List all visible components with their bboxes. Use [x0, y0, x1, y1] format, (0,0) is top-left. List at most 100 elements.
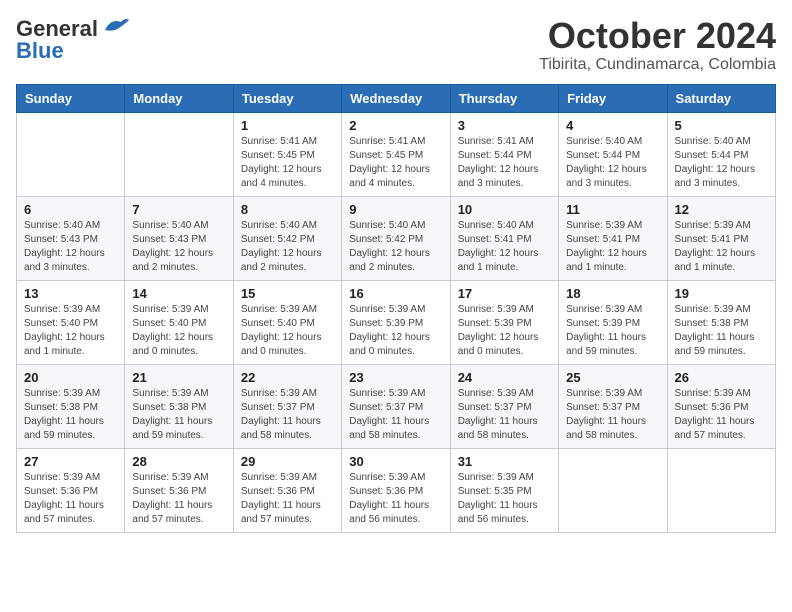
- calendar-cell: [667, 448, 775, 532]
- day-info: Sunrise: 5:39 AM Sunset: 5:36 PM Dayligh…: [349, 471, 442, 527]
- day-number: 26: [675, 370, 768, 385]
- day-info: Sunrise: 5:39 AM Sunset: 5:40 PM Dayligh…: [241, 303, 334, 359]
- logo-blue-text: Blue: [16, 38, 64, 64]
- logo: General Blue: [16, 16, 129, 64]
- calendar-cell: [17, 112, 125, 196]
- title-area: October 2024 Tibirita, Cundinamarca, Col…: [539, 16, 776, 74]
- weekday-header-row: SundayMondayTuesdayWednesdayThursdayFrid…: [17, 84, 776, 112]
- day-number: 9: [349, 202, 442, 217]
- calendar-cell: 19 Sunrise: 5:39 AM Sunset: 5:38 PM Dayli…: [667, 280, 775, 364]
- calendar-cell: 22Sunrise: 5:39 AM Sunset: 5:37 PM Dayli…: [233, 364, 341, 448]
- day-info: Sunrise: 5:40 AM Sunset: 5:41 PM Dayligh…: [458, 219, 551, 275]
- day-info: Sunrise: 5:39 AM Sunset: 5:37 PM Dayligh…: [458, 387, 551, 443]
- calendar-cell: 7 Sunrise: 5:40 AM Sunset: 5:43 PM Daylig…: [125, 196, 233, 280]
- day-info: Sunrise: 5:39 AM Sunset: 5:36 PM Dayligh…: [675, 387, 768, 443]
- calendar-cell: 21 Sunrise: 5:39 AM Sunset: 5:38 PM Dayli…: [125, 364, 233, 448]
- day-number: 12: [675, 202, 768, 217]
- weekday-header-monday: Monday: [125, 84, 233, 112]
- calendar-cell: 8 Sunrise: 5:40 AM Sunset: 5:42 PM Daylig…: [233, 196, 341, 280]
- calendar-cell: 9Sunrise: 5:40 AM Sunset: 5:42 PM Daylig…: [342, 196, 450, 280]
- calendar-cell: [559, 448, 667, 532]
- day-info: Sunrise: 5:39 AM Sunset: 5:36 PM Dayligh…: [241, 471, 334, 527]
- day-number: 8: [241, 202, 334, 217]
- calendar-cell: 3 Sunrise: 5:41 AM Sunset: 5:44 PM Daylig…: [450, 112, 558, 196]
- weekday-header-friday: Friday: [559, 84, 667, 112]
- day-info: Sunrise: 5:40 AM Sunset: 5:44 PM Dayligh…: [566, 135, 659, 191]
- day-number: 30: [349, 454, 442, 469]
- week-row-5: 27 Sunrise: 5:39 AM Sunset: 5:36 PM Dayli…: [17, 448, 776, 532]
- day-info: Sunrise: 5:41 AM Sunset: 5:44 PM Dayligh…: [458, 135, 551, 191]
- day-number: 20: [24, 370, 117, 385]
- day-info: Sunrise: 5:39 AM Sunset: 5:35 PM Dayligh…: [458, 471, 551, 527]
- calendar-cell: 1 Sunrise: 5:41 AM Sunset: 5:45 PM Daylig…: [233, 112, 341, 196]
- week-row-4: 20 Sunrise: 5:39 AM Sunset: 5:38 PM Dayli…: [17, 364, 776, 448]
- calendar-cell: 24Sunrise: 5:39 AM Sunset: 5:37 PM Dayli…: [450, 364, 558, 448]
- day-info: Sunrise: 5:39 AM Sunset: 5:38 PM Dayligh…: [675, 303, 768, 359]
- day-info: Sunrise: 5:39 AM Sunset: 5:36 PM Dayligh…: [132, 471, 225, 527]
- weekday-header-tuesday: Tuesday: [233, 84, 341, 112]
- day-number: 23: [349, 370, 442, 385]
- calendar-cell: 28 Sunrise: 5:39 AM Sunset: 5:36 PM Dayli…: [125, 448, 233, 532]
- calendar-cell: 27 Sunrise: 5:39 AM Sunset: 5:36 PM Dayli…: [17, 448, 125, 532]
- day-number: 13: [24, 286, 117, 301]
- calendar-cell: 26 Sunrise: 5:39 AM Sunset: 5:36 PM Dayli…: [667, 364, 775, 448]
- header: General Blue October 2024 Tibirita, Cund…: [16, 16, 776, 74]
- day-info: Sunrise: 5:39 AM Sunset: 5:38 PM Dayligh…: [132, 387, 225, 443]
- month-title: October 2024: [539, 16, 776, 56]
- day-info: Sunrise: 5:39 AM Sunset: 5:39 PM Dayligh…: [566, 303, 659, 359]
- day-info: Sunrise: 5:40 AM Sunset: 5:43 PM Dayligh…: [24, 219, 117, 275]
- day-number: 5: [675, 118, 768, 133]
- day-info: Sunrise: 5:40 AM Sunset: 5:43 PM Dayligh…: [132, 219, 225, 275]
- calendar-cell: 6 Sunrise: 5:40 AM Sunset: 5:43 PM Daylig…: [17, 196, 125, 280]
- day-info: Sunrise: 5:41 AM Sunset: 5:45 PM Dayligh…: [241, 135, 334, 191]
- day-number: 28: [132, 454, 225, 469]
- day-number: 22: [241, 370, 334, 385]
- week-row-1: 1 Sunrise: 5:41 AM Sunset: 5:45 PM Daylig…: [17, 112, 776, 196]
- day-info: Sunrise: 5:39 AM Sunset: 5:41 PM Dayligh…: [566, 219, 659, 275]
- day-number: 25: [566, 370, 659, 385]
- day-info: Sunrise: 5:39 AM Sunset: 5:36 PM Dayligh…: [24, 471, 117, 527]
- day-number: 7: [132, 202, 225, 217]
- day-info: Sunrise: 5:40 AM Sunset: 5:42 PM Dayligh…: [241, 219, 334, 275]
- week-row-3: 13 Sunrise: 5:39 AM Sunset: 5:40 PM Dayli…: [17, 280, 776, 364]
- day-number: 15: [241, 286, 334, 301]
- day-number: 29: [241, 454, 334, 469]
- day-number: 3: [458, 118, 551, 133]
- day-number: 27: [24, 454, 117, 469]
- day-info: Sunrise: 5:41 AM Sunset: 5:45 PM Dayligh…: [349, 135, 442, 191]
- day-number: 17: [458, 286, 551, 301]
- logo-bird-icon: [101, 16, 129, 38]
- calendar-cell: 5 Sunrise: 5:40 AM Sunset: 5:44 PM Daylig…: [667, 112, 775, 196]
- day-number: 19: [675, 286, 768, 301]
- weekday-header-thursday: Thursday: [450, 84, 558, 112]
- day-number: 4: [566, 118, 659, 133]
- calendar-cell: 20 Sunrise: 5:39 AM Sunset: 5:38 PM Dayli…: [17, 364, 125, 448]
- calendar-cell: 25 Sunrise: 5:39 AM Sunset: 5:37 PM Dayli…: [559, 364, 667, 448]
- weekday-header-saturday: Saturday: [667, 84, 775, 112]
- calendar-cell: 12 Sunrise: 5:39 AM Sunset: 5:41 PM Dayli…: [667, 196, 775, 280]
- day-number: 14: [132, 286, 225, 301]
- calendar-cell: 23Sunrise: 5:39 AM Sunset: 5:37 PM Dayli…: [342, 364, 450, 448]
- calendar-cell: 18 Sunrise: 5:39 AM Sunset: 5:39 PM Dayli…: [559, 280, 667, 364]
- calendar-table: SundayMondayTuesdayWednesdayThursdayFrid…: [16, 84, 776, 533]
- calendar-cell: [125, 112, 233, 196]
- weekday-header-sunday: Sunday: [17, 84, 125, 112]
- calendar-cell: 30 Sunrise: 5:39 AM Sunset: 5:36 PM Dayli…: [342, 448, 450, 532]
- calendar-cell: 11 Sunrise: 5:39 AM Sunset: 5:41 PM Dayli…: [559, 196, 667, 280]
- day-info: Sunrise: 5:39 AM Sunset: 5:41 PM Dayligh…: [675, 219, 768, 275]
- calendar-cell: 14 Sunrise: 5:39 AM Sunset: 5:40 PM Dayli…: [125, 280, 233, 364]
- day-number: 2: [349, 118, 442, 133]
- calendar-cell: 29 Sunrise: 5:39 AM Sunset: 5:36 PM Dayli…: [233, 448, 341, 532]
- day-number: 18: [566, 286, 659, 301]
- day-info: Sunrise: 5:39 AM Sunset: 5:37 PM Dayligh…: [566, 387, 659, 443]
- day-info: Sunrise: 5:39 AM Sunset: 5:40 PM Dayligh…: [132, 303, 225, 359]
- day-info: Sunrise: 5:40 AM Sunset: 5:44 PM Dayligh…: [675, 135, 768, 191]
- day-number: 1: [241, 118, 334, 133]
- day-number: 6: [24, 202, 117, 217]
- day-number: 11: [566, 202, 659, 217]
- day-number: 21: [132, 370, 225, 385]
- calendar-cell: 16Sunrise: 5:39 AM Sunset: 5:39 PM Dayli…: [342, 280, 450, 364]
- day-info: Sunrise: 5:39 AM Sunset: 5:38 PM Dayligh…: [24, 387, 117, 443]
- calendar-cell: 31Sunrise: 5:39 AM Sunset: 5:35 PM Dayli…: [450, 448, 558, 532]
- calendar-cell: 13Sunrise: 5:39 AM Sunset: 5:40 PM Dayli…: [17, 280, 125, 364]
